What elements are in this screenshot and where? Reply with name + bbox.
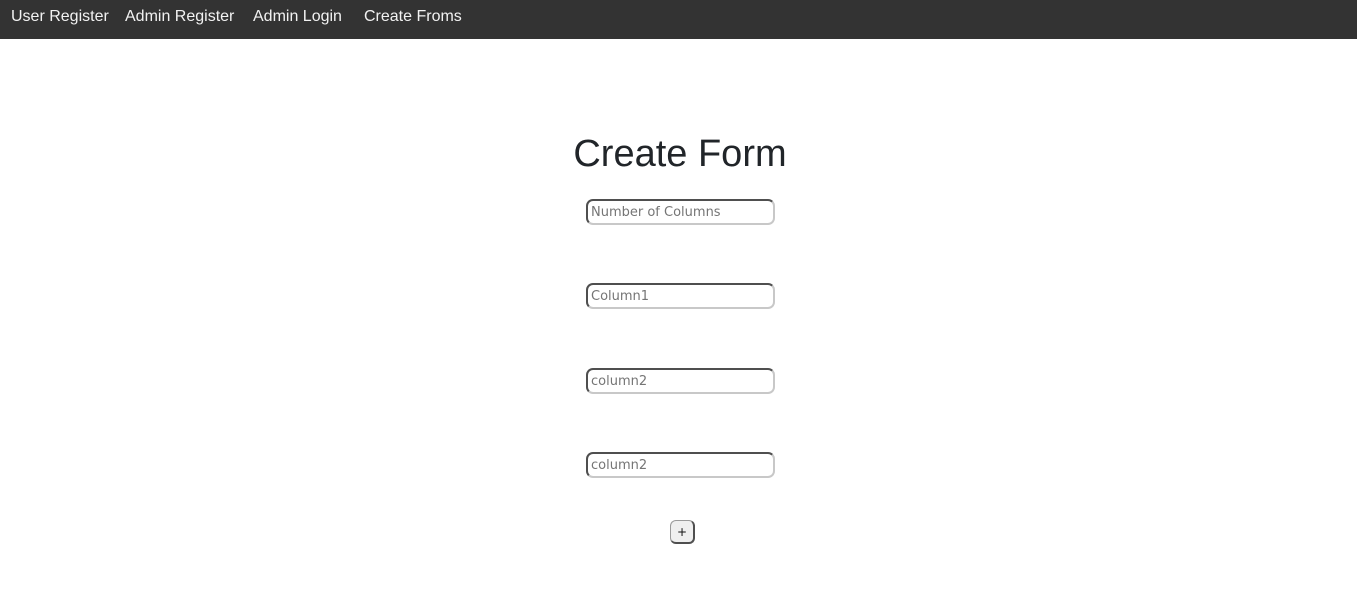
nav-link-create-forms[interactable]: Create Froms bbox=[364, 7, 462, 27]
nav-link-admin-login[interactable]: Admin Login bbox=[253, 7, 342, 27]
nav-link-user-register[interactable]: User Register bbox=[11, 7, 109, 27]
number-of-columns-input[interactable] bbox=[586, 199, 775, 225]
add-column-button[interactable]: + bbox=[670, 520, 695, 544]
top-navbar: User Register Admin Register Admin Login… bbox=[0, 0, 1357, 39]
column-2-input[interactable] bbox=[586, 368, 775, 394]
nav-link-admin-register[interactable]: Admin Register bbox=[125, 7, 234, 27]
column-1-input[interactable] bbox=[586, 283, 775, 309]
page-title: Create Form bbox=[573, 133, 787, 175]
column-3-input[interactable] bbox=[586, 452, 775, 478]
